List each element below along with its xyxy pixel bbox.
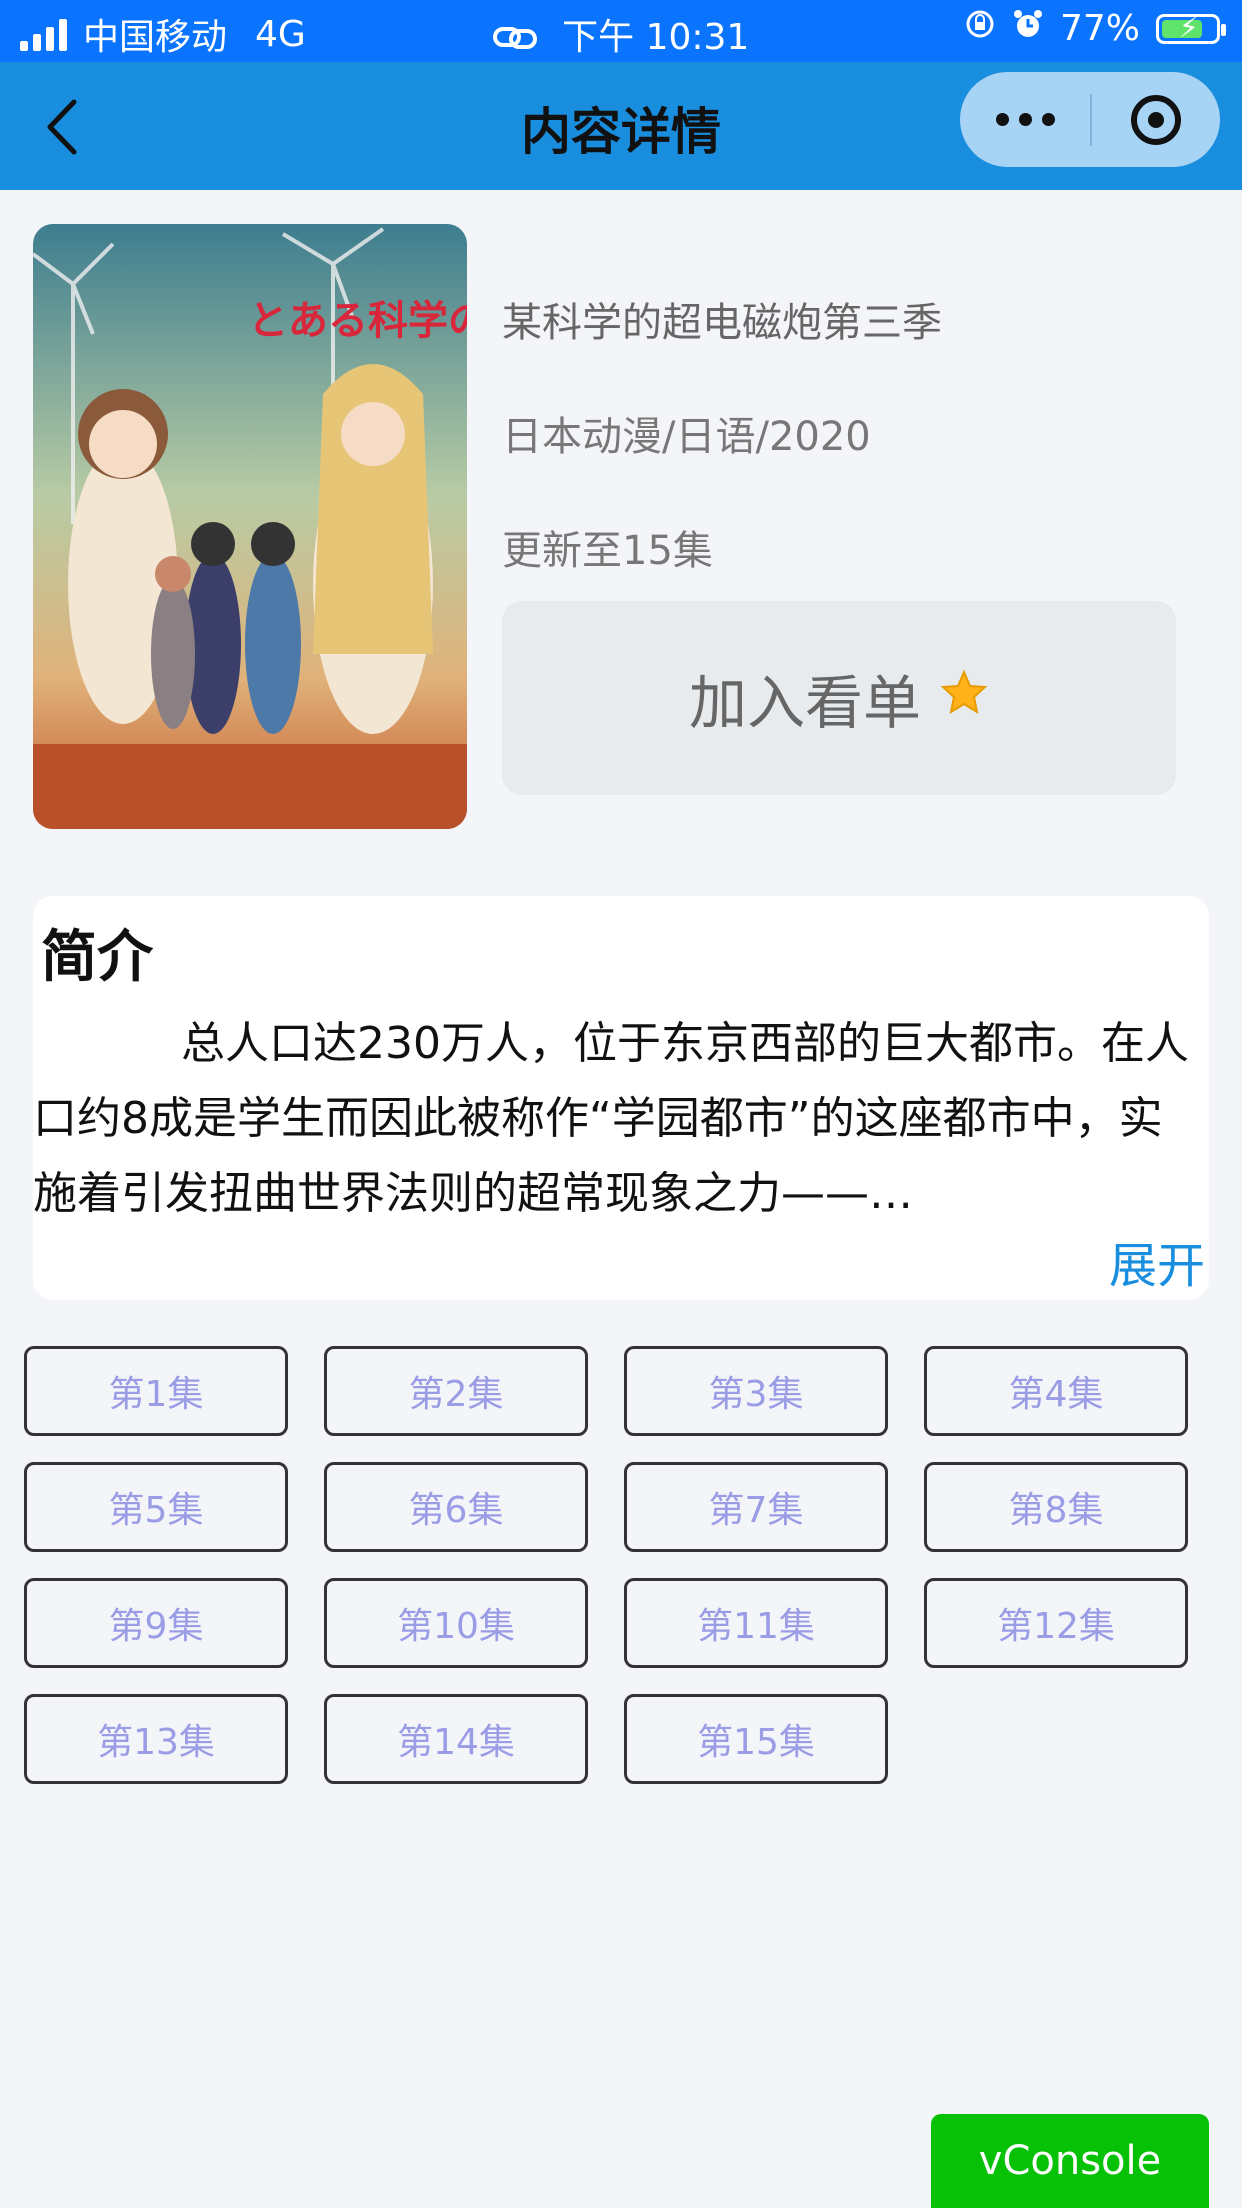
close-mini-program-button[interactable] — [1092, 94, 1220, 145]
intro-heading: 简介 — [41, 925, 153, 990]
episode-button[interactable]: 第11集 — [624, 1578, 888, 1668]
status-bar: 中国移动 4G 下午 10:31 77% ⚡ — [0, 0, 1242, 62]
target-icon — [1131, 94, 1181, 145]
more-button[interactable] — [960, 113, 1090, 126]
nav-bar: 内容详情 — [0, 62, 1242, 190]
episode-button[interactable]: 第7集 — [624, 1462, 888, 1552]
more-dot — [1041, 113, 1055, 126]
episode-list: 第1集 第2集 第3集 第4集 第5集 第6集 第7集 第8集 第9集 第10集 第11集 第12集第… — [24, 1346, 1224, 1784]
episode-button[interactable]: 第14集 — [324, 1694, 588, 1784]
rotation-lock-icon — [964, 8, 996, 49]
target-dot — [1148, 111, 1164, 128]
expand-link[interactable]: 展开 — [1109, 1226, 1205, 1296]
charging-icon: ⚡ — [1179, 10, 1199, 44]
more-dots-icon — [995, 113, 1009, 126]
episode-button[interactable]: 第8集 — [924, 1462, 1188, 1552]
episode-button[interactable]: 第9集 — [24, 1578, 288, 1668]
add-to-watchlist-label: 加入看单 — [688, 669, 921, 737]
star-icon — [939, 664, 989, 732]
add-to-watchlist-button[interactable]: 加入看单 — [502, 601, 1176, 795]
status-time: 下午 10:31 — [562, 17, 750, 58]
episode-button[interactable]: 第15集 — [624, 1694, 888, 1784]
episode-button[interactable]: 第3集 — [624, 1346, 888, 1436]
mini-program-capsule — [960, 72, 1220, 167]
poster-title-text: とある科学の超電磁砲T — [248, 297, 467, 344]
episode-button[interactable]: 第4集 — [924, 1346, 1188, 1436]
alarm-icon — [1012, 8, 1044, 49]
status-right: 77% ⚡ — [964, 8, 1226, 49]
poster-image: とある科学の超電磁砲T — [33, 224, 467, 829]
intro-card: 简介 总人口达230万人，位于东京西部的巨大都市。在人口约8成是学生而因此被称作… — [33, 896, 1209, 1300]
episode-button[interactable]: 第13集 — [24, 1694, 288, 1784]
more-dot — [1018, 113, 1032, 126]
episode-button[interactable]: 第2集 — [324, 1346, 588, 1436]
episode-button[interactable]: 第6集 — [324, 1462, 588, 1552]
episode-button[interactable]: 第10集 — [324, 1578, 588, 1668]
content-update-status: 更新至15集 — [502, 528, 713, 574]
link-icon — [492, 19, 537, 60]
content-meta: 日本动漫/日语/2020 — [502, 414, 871, 460]
episode-button[interactable]: 第1集 — [24, 1346, 288, 1436]
episode-button[interactable]: 第12集 — [924, 1578, 1188, 1668]
battery-icon: ⚡ — [1156, 10, 1226, 44]
battery-percent: 77% — [1059, 8, 1140, 49]
episode-button[interactable]: 第5集 — [24, 1462, 288, 1552]
vconsole-button[interactable]: vConsole — [931, 2114, 1209, 2208]
content-title: 某科学的超电磁炮第三季 — [502, 300, 942, 346]
intro-text: 总人口达230万人，位于东京西部的巨大都市。在人口约8成是学生而因此被称作“学园… — [33, 1018, 1189, 1219]
